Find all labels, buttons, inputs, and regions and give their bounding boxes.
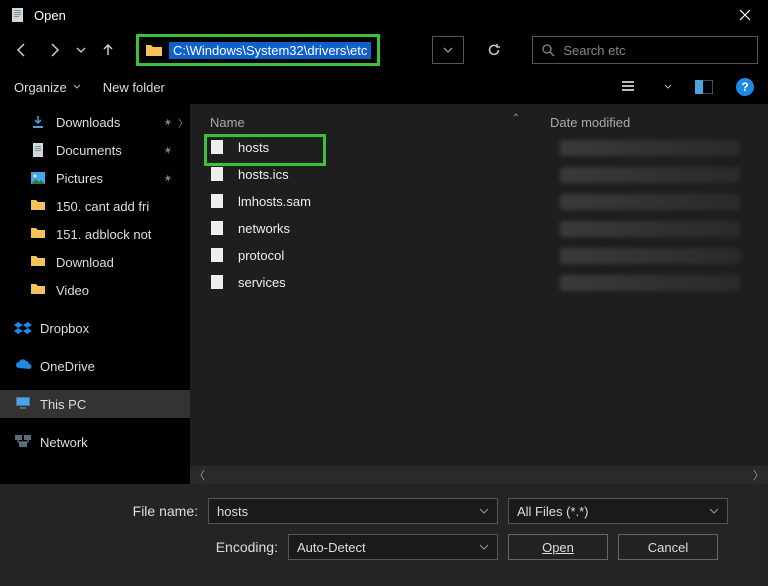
computer-icon [14, 396, 32, 412]
picture-icon [30, 170, 48, 186]
sidebar: Downloads ✶ 〉 Documents ✶ Pictures ✶ 150… [0, 104, 190, 484]
onedrive-icon [14, 358, 32, 374]
date-cell [560, 221, 740, 237]
sidebar-item-dropbox[interactable]: Dropbox [0, 314, 190, 342]
sidebar-item-video-folder[interactable]: Video [0, 276, 190, 304]
file-pane: Name ⌃ Date modified hosts hosts.ics lmh… [190, 104, 768, 484]
sidebar-item-documents[interactable]: Documents ✶ [0, 136, 190, 164]
date-cell [560, 194, 740, 210]
chevron-down-icon [709, 506, 719, 516]
new-folder-button[interactable]: New folder [103, 80, 165, 95]
chevron-down-icon[interactable] [664, 83, 672, 91]
horizontal-scrollbar[interactable]: 〈 〉 [190, 466, 768, 484]
address-gap [394, 34, 418, 66]
recent-locations-button[interactable] [74, 38, 88, 62]
date-cell [560, 167, 740, 183]
back-button[interactable] [10, 38, 34, 62]
chevron-down-icon [479, 506, 489, 516]
file-icon [210, 247, 228, 265]
encoding-select[interactable]: Auto-Detect [288, 534, 498, 560]
columns-header: Name ⌃ Date modified [190, 104, 768, 134]
forward-button[interactable] [42, 38, 66, 62]
column-name[interactable]: Name ⌃ [190, 115, 530, 130]
chevron-right-icon: 〉 [178, 115, 188, 130]
refresh-button[interactable] [478, 36, 510, 64]
folder-icon [30, 198, 48, 214]
file-name-input[interactable]: hosts [208, 498, 498, 524]
pin-icon: ✶ [160, 170, 176, 186]
close-button[interactable] [722, 0, 768, 30]
folder-icon [30, 226, 48, 242]
date-cell [560, 248, 740, 264]
file-icon [210, 193, 228, 211]
folder-icon [30, 254, 48, 270]
scroll-left-icon[interactable]: 〈 [194, 467, 205, 483]
address-bar[interactable]: C:\Windows\System32\drivers\etc [136, 34, 380, 66]
encoding-label: Encoding: [18, 539, 278, 555]
organize-button[interactable]: Organize [14, 80, 81, 95]
cancel-button[interactable]: Cancel [618, 534, 718, 560]
file-type-select[interactable]: All Files (*.*) [508, 498, 728, 524]
sidebar-item-network[interactable]: Network [0, 428, 190, 456]
open-button[interactable]: Open [508, 534, 608, 560]
file-row[interactable]: lmhosts.sam [190, 188, 768, 215]
pin-icon: ✶ [160, 142, 176, 158]
chevron-down-icon [479, 542, 489, 552]
titlebar: Open [0, 0, 768, 30]
sidebar-item-this-pc[interactable]: This PC [0, 390, 190, 418]
file-row[interactable]: networks [190, 215, 768, 242]
document-icon [30, 142, 48, 158]
network-icon [14, 434, 32, 450]
file-row[interactable]: hosts.ics [190, 161, 768, 188]
preview-pane-button[interactable] [694, 77, 714, 97]
search-input[interactable]: Search etc [532, 36, 758, 64]
file-icon [210, 274, 228, 292]
sidebar-item-folder-150[interactable]: 150. cant add fri [0, 192, 190, 220]
up-button[interactable] [96, 38, 120, 62]
download-icon [30, 114, 48, 130]
file-icon [210, 139, 228, 157]
app-icon [10, 7, 26, 23]
help-button[interactable]: ? [736, 78, 754, 96]
chevron-down-icon [73, 83, 81, 91]
sidebar-item-download-folder[interactable]: Download [0, 248, 190, 276]
dropbox-icon [14, 320, 32, 336]
address-history-button[interactable] [432, 36, 464, 64]
address-path[interactable]: C:\Windows\System32\drivers\etc [169, 42, 371, 59]
file-row-hosts[interactable]: hosts [190, 134, 768, 161]
sidebar-item-downloads[interactable]: Downloads ✶ 〉 [0, 108, 190, 136]
column-date[interactable]: Date modified [530, 115, 630, 130]
sort-indicator-icon: ⌃ [512, 113, 520, 124]
file-row[interactable]: services [190, 269, 768, 296]
sidebar-item-folder-151[interactable]: 151. adblock not [0, 220, 190, 248]
window-title: Open [34, 8, 722, 23]
folder-icon [145, 42, 163, 58]
navbar: C:\Windows\System32\drivers\etc Search e… [0, 30, 768, 70]
folder-icon [30, 282, 48, 298]
file-row[interactable]: protocol [190, 242, 768, 269]
file-icon [210, 166, 228, 184]
search-icon [541, 43, 555, 57]
sidebar-item-onedrive[interactable]: OneDrive [0, 352, 190, 380]
sidebar-item-pictures[interactable]: Pictures ✶ [0, 164, 190, 192]
search-placeholder: Search etc [563, 43, 625, 58]
bottom-panel: File name: hosts All Files (*.*) Encodin… [0, 484, 768, 586]
file-name-label: File name: [18, 503, 198, 519]
file-icon [210, 220, 228, 238]
toolbar: Organize New folder ? [0, 70, 768, 104]
scroll-right-icon[interactable]: 〉 [753, 467, 764, 483]
content-split: Downloads ✶ 〉 Documents ✶ Pictures ✶ 150… [0, 104, 768, 484]
date-cell [560, 275, 740, 291]
pin-icon: ✶ [160, 114, 176, 130]
view-options-button[interactable] [622, 77, 642, 97]
date-cell [560, 140, 740, 156]
